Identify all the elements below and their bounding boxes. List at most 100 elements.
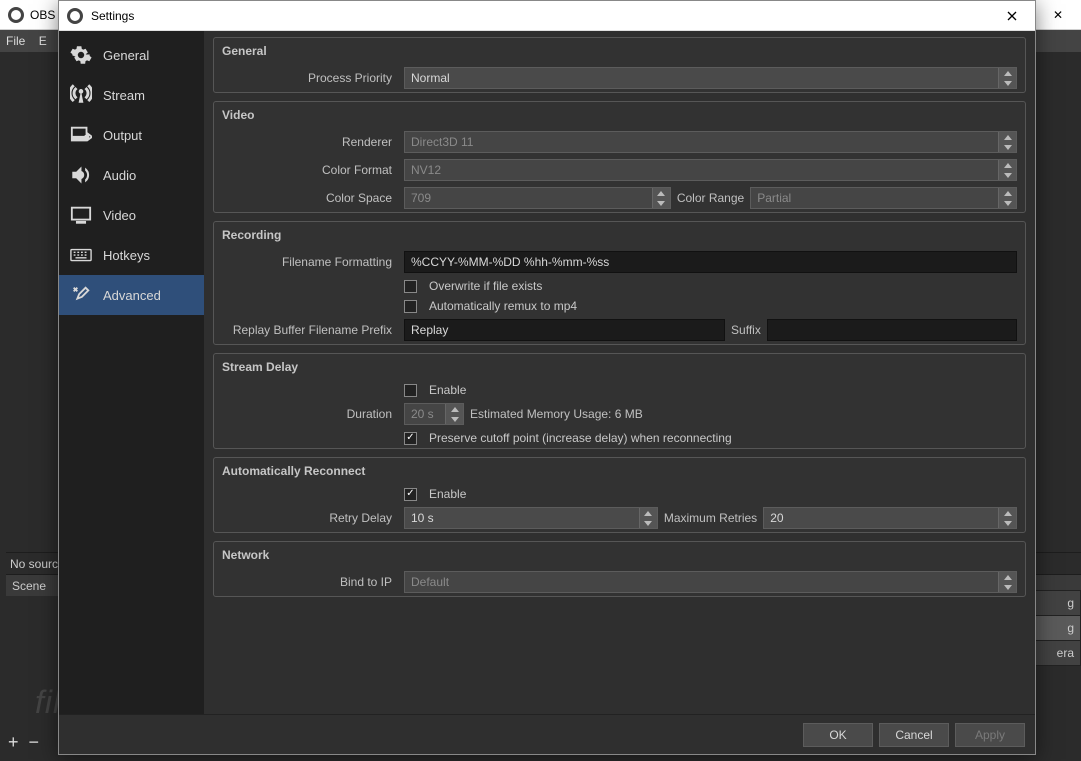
- bind-ip-value: Default: [411, 575, 449, 589]
- chevron-updown-icon: [639, 508, 657, 528]
- bind-ip-combo[interactable]: Default: [404, 571, 1017, 593]
- replay-prefix-input[interactable]: [404, 319, 725, 341]
- monitor-arrow-icon: [69, 123, 93, 147]
- replay-prefix-label: Replay Buffer Filename Prefix: [222, 323, 398, 337]
- settings-content: General Process Priority Normal Video Re…: [204, 31, 1035, 714]
- settings-title: Settings: [91, 9, 981, 23]
- dialog-button-bar: OK Cancel Apply: [59, 714, 1035, 754]
- tools-icon: [69, 283, 93, 307]
- max-retries-label: Maximum Retries: [664, 511, 757, 525]
- settings-sidebar: General Stream Output Audio Video Hotkey…: [59, 31, 204, 714]
- group-general: General Process Priority Normal: [213, 37, 1026, 93]
- replay-suffix-input[interactable]: [767, 319, 1017, 341]
- delay-duration-label: Duration: [222, 407, 398, 421]
- chevron-updown-icon: [652, 188, 670, 208]
- sidebar-item-video[interactable]: Video: [59, 195, 204, 235]
- ok-button[interactable]: OK: [803, 723, 873, 747]
- group-title-general: General: [214, 38, 1025, 64]
- color-range-combo[interactable]: Partial: [750, 187, 1017, 209]
- bind-ip-label: Bind to IP: [222, 575, 398, 589]
- group-network: Network Bind to IP Default: [213, 541, 1026, 597]
- monitor-icon: [69, 203, 93, 227]
- group-recording: Recording Filename Formatting Overwrite …: [213, 221, 1026, 345]
- max-retries-value: 20: [770, 511, 1010, 525]
- process-priority-label: Process Priority: [222, 71, 398, 85]
- preserve-cutoff-checkbox[interactable]: [404, 432, 417, 445]
- add-remove-buttons[interactable]: + −: [8, 732, 39, 753]
- sidebar-item-audio[interactable]: Audio: [59, 155, 204, 195]
- sidebar-item-output[interactable]: Output: [59, 115, 204, 155]
- max-retries-spinner[interactable]: 20: [763, 507, 1017, 529]
- process-priority-value: Normal: [411, 71, 450, 85]
- keyboard-icon: [69, 243, 93, 267]
- replay-prefix-field[interactable]: [411, 323, 718, 337]
- delay-enable-label: Enable: [429, 383, 466, 397]
- renderer-combo[interactable]: Direct3D 11: [404, 131, 1017, 153]
- auto-remux-checkbox[interactable]: [404, 300, 417, 313]
- settings-titlebar: Settings: [59, 1, 1035, 31]
- overwrite-label: Overwrite if file exists: [429, 279, 542, 293]
- sidebar-item-label: Hotkeys: [103, 248, 150, 263]
- speaker-icon: [69, 163, 93, 187]
- gear-icon: [69, 43, 93, 67]
- renderer-label: Renderer: [222, 135, 398, 149]
- sidebar-item-label: General: [103, 48, 149, 63]
- retry-delay-spinner[interactable]: 10 s: [404, 507, 658, 529]
- sidebar-item-stream[interactable]: Stream: [59, 75, 204, 115]
- filename-formatting-label: Filename Formatting: [222, 255, 398, 269]
- group-video: Video Renderer Direct3D 11 Color Format: [213, 101, 1026, 213]
- group-stream-delay: Stream Delay Enable Duration 20 s: [213, 353, 1026, 449]
- group-title-network: Network: [214, 542, 1025, 568]
- group-title-video: Video: [214, 102, 1025, 128]
- color-format-label: Color Format: [222, 163, 398, 177]
- apply-button[interactable]: Apply: [955, 723, 1025, 747]
- sidebar-item-hotkeys[interactable]: Hotkeys: [59, 235, 204, 275]
- menu-file[interactable]: File: [6, 34, 25, 48]
- chevron-updown-icon: [998, 160, 1016, 180]
- sidebar-item-label: Video: [103, 208, 136, 223]
- obs-icon: [67, 8, 83, 24]
- color-space-label: Color Space: [222, 191, 398, 205]
- process-priority-combo[interactable]: Normal: [404, 67, 1017, 89]
- sidebar-item-label: Advanced: [103, 288, 161, 303]
- close-button[interactable]: [989, 1, 1035, 31]
- cancel-button[interactable]: Cancel: [879, 723, 949, 747]
- sidebar-item-label: Output: [103, 128, 142, 143]
- auto-remux-label: Automatically remux to mp4: [429, 299, 577, 313]
- chevron-updown-icon: [998, 188, 1016, 208]
- color-space-combo[interactable]: 709: [404, 187, 671, 209]
- menu-edit-short[interactable]: E: [39, 34, 47, 48]
- sidebar-item-general[interactable]: General: [59, 35, 204, 75]
- sidebar-item-advanced[interactable]: Advanced: [59, 275, 204, 315]
- color-range-value: Partial: [757, 191, 791, 205]
- chevron-updown-icon: [445, 404, 463, 424]
- group-title-recording: Recording: [214, 222, 1025, 248]
- group-title-auto-reconnect: Automatically Reconnect: [214, 458, 1025, 484]
- delay-memory-label: Estimated Memory Usage: 6 MB: [470, 407, 643, 421]
- retry-delay-value: 10 s: [411, 511, 651, 525]
- filename-formatting-input[interactable]: [404, 251, 1017, 273]
- delay-enable-checkbox[interactable]: [404, 384, 417, 397]
- renderer-value: Direct3D 11: [411, 135, 473, 149]
- color-format-value: NV12: [411, 163, 441, 177]
- delay-duration-spinner[interactable]: 20 s: [404, 403, 464, 425]
- overwrite-checkbox[interactable]: [404, 280, 417, 293]
- main-close-icon[interactable]: ✕: [1035, 0, 1081, 30]
- sidebar-item-label: Audio: [103, 168, 136, 183]
- settings-dialog: Settings General Stream Output Audio: [58, 0, 1036, 755]
- close-icon: [1007, 11, 1017, 21]
- filename-formatting-field[interactable]: [411, 255, 1010, 269]
- chevron-updown-icon: [998, 572, 1016, 592]
- reconnect-enable-label: Enable: [429, 487, 466, 501]
- color-range-label: Color Range: [677, 191, 744, 205]
- chevron-updown-icon: [998, 132, 1016, 152]
- chevron-updown-icon: [998, 68, 1016, 88]
- preserve-cutoff-label: Preserve cutoff point (increase delay) w…: [429, 431, 732, 445]
- retry-delay-label: Retry Delay: [222, 511, 398, 525]
- obs-icon: [8, 7, 24, 23]
- reconnect-enable-checkbox[interactable]: [404, 488, 417, 501]
- group-title-stream-delay: Stream Delay: [214, 354, 1025, 380]
- replay-suffix-label: Suffix: [731, 323, 761, 337]
- replay-suffix-field[interactable]: [774, 323, 1010, 337]
- color-format-combo[interactable]: NV12: [404, 159, 1017, 181]
